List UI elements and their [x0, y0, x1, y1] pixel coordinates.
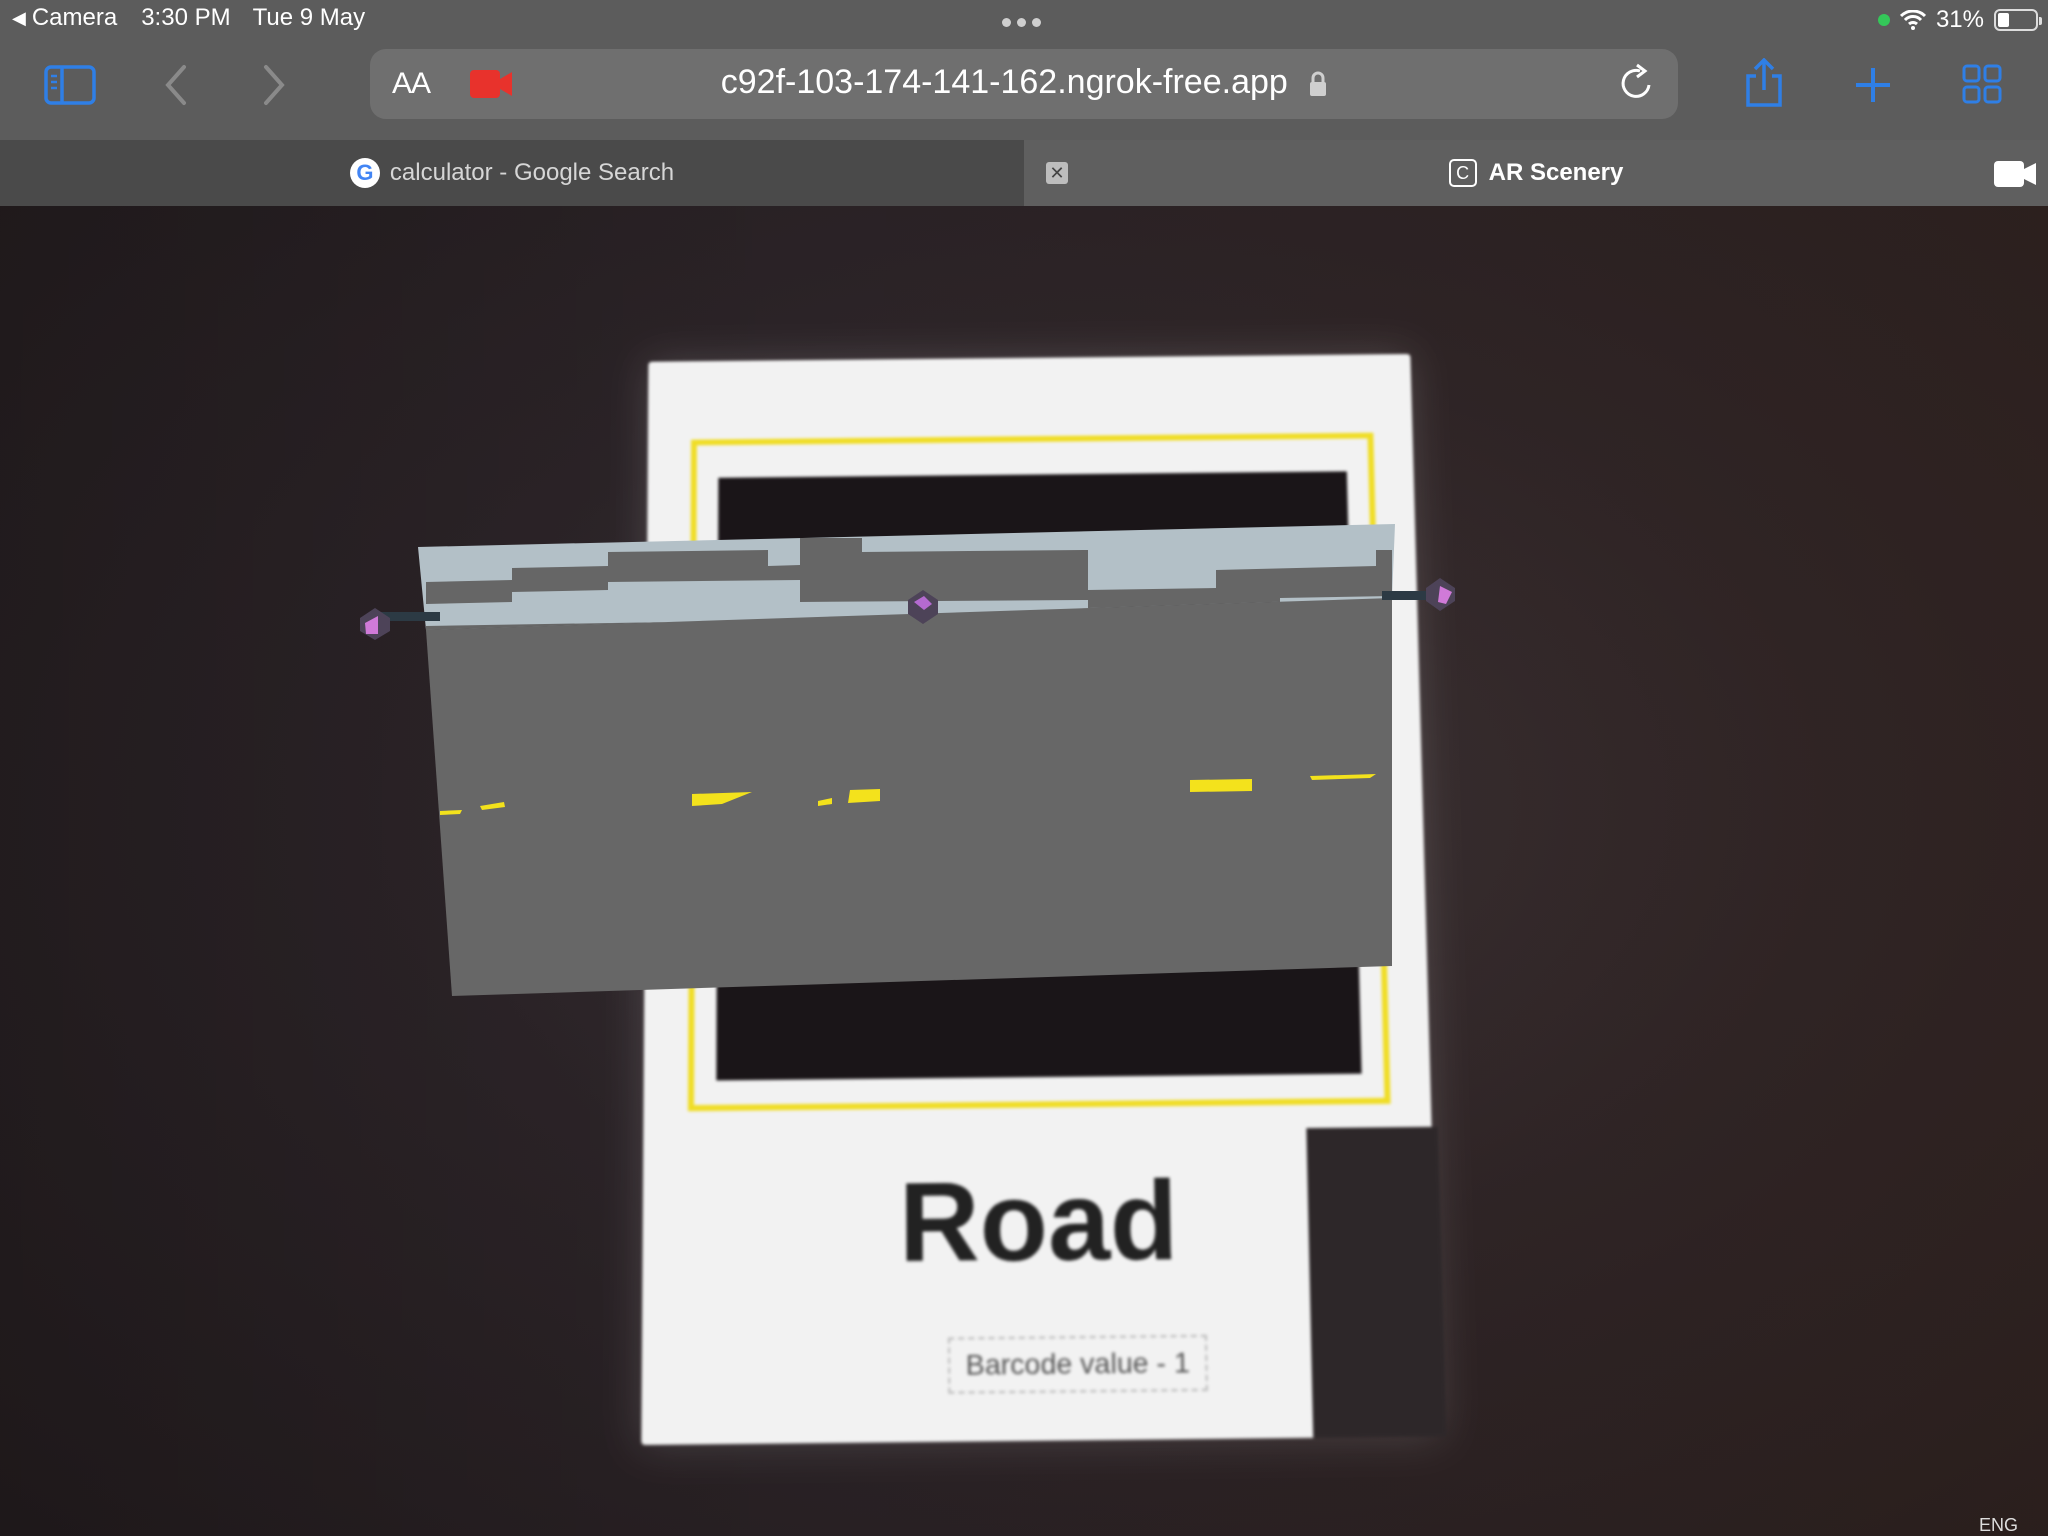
street-lamp-right	[1382, 578, 1455, 611]
google-icon: G	[349, 158, 380, 188]
tab-google-search[interactable]: G calculator - Google Search	[0, 140, 1024, 206]
sidebar-icon[interactable]	[44, 65, 96, 105]
clock: 3:30 PM	[141, 4, 231, 31]
tab-bar: G calculator - Google Search ✕ C AR Scen…	[0, 140, 2048, 206]
back-triangle-icon: ◀	[12, 7, 26, 28]
lane-marking	[848, 789, 880, 803]
status-left: ◀ Camera 3:30 PM Tue 9 May	[12, 4, 365, 32]
new-tab-icon[interactable]	[1854, 66, 1892, 104]
multitasking-dots-icon[interactable]	[1002, 18, 1041, 27]
tab-title: AR Scenery	[1488, 159, 1624, 186]
tab-overview-icon[interactable]	[1962, 64, 2002, 104]
battery-percent: 31%	[1935, 6, 1984, 33]
status-bar: ◀ Camera 3:30 PM Tue 9 May 31%	[0, 0, 2048, 40]
back-app-label: Camera	[31, 4, 118, 31]
forward-icon[interactable]	[262, 64, 286, 106]
lock-icon	[1310, 71, 1327, 97]
favicon-c-icon: C	[1448, 159, 1477, 187]
road-surface	[426, 598, 1392, 996]
address-bar[interactable]: AA c92f-103-174-141-162.ngrok-free.app	[370, 49, 1678, 119]
back-icon[interactable]	[164, 64, 188, 106]
ar-road-model	[360, 524, 1455, 996]
video-camera-icon	[1994, 161, 2036, 187]
lane-marking	[1190, 779, 1252, 792]
url-text: c92f-103-174-141-162.ngrok-free.app	[720, 63, 1288, 101]
camera-in-use-indicator	[1877, 14, 1890, 26]
reload-icon[interactable]	[1618, 63, 1656, 103]
battery-fill	[1998, 13, 2009, 27]
tab-title: calculator - Google Search	[389, 159, 675, 186]
tab-ar-scenery[interactable]: ✕ C AR Scenery	[1024, 140, 2048, 206]
back-to-app-button[interactable]: ◀ Camera	[12, 4, 117, 32]
close-tab-icon[interactable]: ✕	[1046, 162, 1068, 184]
battery-icon	[1994, 9, 2042, 31]
status-right: 31%	[1877, 6, 2042, 34]
date: Tue 9 May	[252, 4, 366, 31]
browser-toolbar: AA c92f-103-174-141-162.ngrok-free.app	[0, 40, 2048, 140]
taskbar-language: ENG	[1978, 1515, 2018, 1535]
ar-camera-view[interactable]: Road Barcode value - 1 ENG	[0, 206, 2048, 1536]
url-field[interactable]: c92f-103-174-141-162.ngrok-free.app	[370, 63, 1678, 102]
wifi-icon	[1899, 10, 1926, 30]
share-icon[interactable]	[1744, 58, 1784, 108]
